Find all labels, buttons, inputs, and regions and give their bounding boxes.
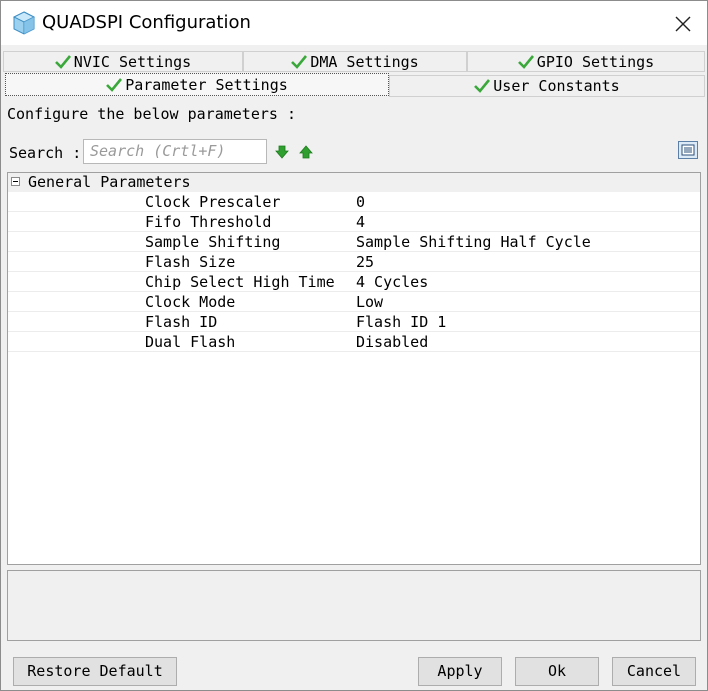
arrow-down-icon[interactable] (275, 145, 289, 159)
arrow-up-icon[interactable] (299, 145, 313, 159)
param-name: Fifo Threshold (145, 213, 272, 231)
param-value[interactable]: Sample Shifting Half Cycle (356, 232, 591, 252)
search-label: Search : (9, 144, 82, 162)
tab-nvic-settings[interactable]: NVIC Settings (3, 51, 243, 72)
group-header-row: General Parameters (8, 173, 700, 192)
param-row-clock-prescaler[interactable]: Clock Prescaler 0 (8, 192, 700, 212)
parameter-grid: General Parameters Clock Prescaler 0 Fif… (7, 172, 701, 565)
param-name: Clock Prescaler (145, 193, 281, 211)
dialog-window: QUADSPI Configuration NVIC Settings DMA … (0, 0, 708, 691)
param-value[interactable]: 4 (356, 212, 365, 232)
param-value[interactable]: Low (356, 292, 383, 312)
checkmark-icon (291, 54, 308, 69)
close-button[interactable] (661, 7, 705, 41)
apply-button[interactable]: Apply (418, 657, 502, 686)
param-row-flash-size[interactable]: Flash Size 25 (8, 252, 700, 272)
search-input[interactable]: Search (Crtl+F) (83, 139, 267, 164)
group-title: General Parameters (28, 173, 191, 191)
tab-user-constants[interactable]: User Constants (389, 75, 705, 97)
param-value[interactable]: 4 Cycles (356, 272, 428, 292)
close-icon (675, 16, 691, 32)
cancel-button[interactable]: Cancel (612, 657, 696, 686)
description-panel (7, 570, 701, 641)
collapse-icon[interactable] (11, 177, 20, 186)
checkmark-icon (517, 54, 534, 69)
tab-label: GPIO Settings (536, 52, 655, 71)
window-title: QUADSPI Configuration (42, 12, 251, 33)
restore-default-button[interactable]: Restore Default (13, 657, 177, 686)
param-name: Flash Size (145, 253, 236, 271)
param-value[interactable]: Flash ID 1 (356, 312, 446, 332)
list-view-icon (681, 144, 695, 156)
param-value[interactable]: 25 (356, 252, 374, 272)
checkmark-icon (106, 77, 123, 92)
param-name: Flash ID (145, 313, 218, 331)
param-name: Clock Mode (145, 293, 236, 311)
tab-label: DMA Settings (310, 52, 419, 71)
tab-label: User Constants (493, 77, 620, 95)
tab-gpio-settings[interactable]: GPIO Settings (467, 51, 705, 72)
param-row-flash-id[interactable]: Flash ID Flash ID 1 (8, 312, 700, 332)
title-bar: QUADSPI Configuration (1, 1, 707, 45)
param-row-dual-flash[interactable]: Dual Flash Disabled (8, 332, 700, 352)
tab-parameter-settings[interactable]: Parameter Settings (5, 73, 389, 96)
param-row-fifo-threshold[interactable]: Fifo Threshold 4 (8, 212, 700, 232)
param-name: Chip Select High Time (145, 273, 335, 291)
param-row-chip-select-high-time[interactable]: Chip Select High Time 4 Cycles (8, 272, 700, 292)
tab-dma-settings[interactable]: DMA Settings (243, 51, 467, 72)
tab-label: Parameter Settings (125, 75, 288, 94)
tab-label: NVIC Settings (73, 52, 192, 71)
view-toggle-button[interactable] (678, 141, 698, 159)
param-name: Sample Shifting (145, 233, 281, 251)
param-value[interactable]: Disabled (356, 332, 428, 352)
cube-icon (13, 11, 35, 35)
param-row-sample-shifting[interactable]: Sample Shifting Sample Shifting Half Cyc… (8, 232, 700, 252)
checkmark-icon (474, 79, 491, 93)
param-name: Dual Flash (145, 333, 236, 351)
param-row-clock-mode[interactable]: Clock Mode Low (8, 292, 700, 312)
configure-label: Configure the below parameters : (7, 105, 296, 123)
checkmark-icon (54, 54, 71, 69)
ok-button[interactable]: Ok (515, 657, 599, 686)
param-value[interactable]: 0 (356, 192, 365, 212)
